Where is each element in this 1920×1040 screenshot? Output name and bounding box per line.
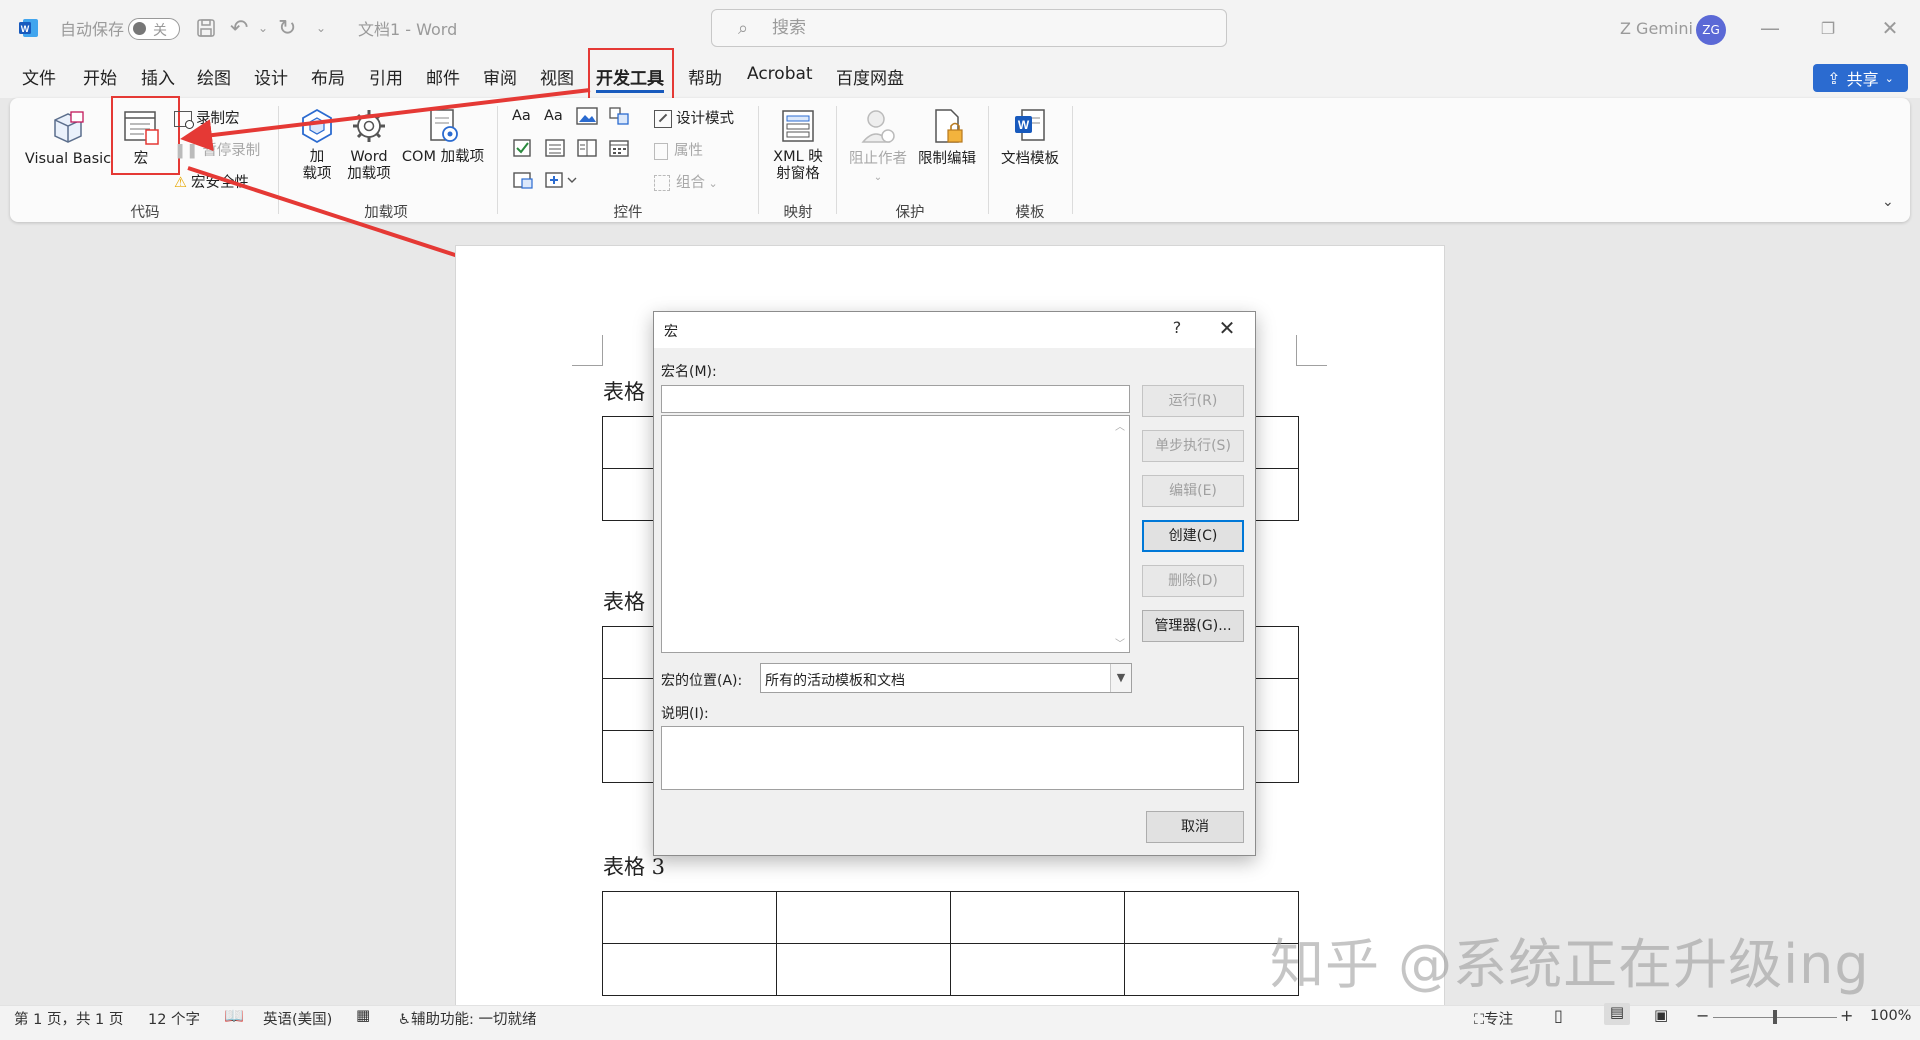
macros-dialog: 宏 ? ✕ 宏名(M): ︿ ﹀ 运行(R) 单步执行(S) 编辑(E) 创建(…: [653, 311, 1256, 856]
dialog-titlebar: 宏 ? ✕: [654, 312, 1255, 348]
zoom-in-icon[interactable]: +: [1840, 1006, 1853, 1025]
zoom-out-icon[interactable]: −: [1696, 1006, 1709, 1025]
print-layout-icon[interactable]: ▤: [1604, 1003, 1630, 1025]
description-field: [661, 726, 1244, 790]
accessibility-text: 辅助功能: 一切就绪: [411, 1012, 537, 1028]
cancel-button[interactable]: 取消: [1146, 811, 1244, 843]
focus-icon: ⛶: [1474, 1012, 1485, 1028]
help-icon[interactable]: ?: [1164, 318, 1190, 342]
macros-in-label: 宏的位置(A):: [661, 673, 743, 689]
chevron-down-icon[interactable]: ▼: [1110, 664, 1131, 692]
accessibility-status[interactable]: ♿辅助功能: 一切就绪: [398, 1008, 537, 1029]
close-icon[interactable]: ✕: [1212, 316, 1242, 342]
scroll-up-icon[interactable]: ︿: [1115, 418, 1125, 433]
table2-caption: 表格: [603, 590, 645, 614]
macro-list-scrollbar[interactable]: ︿ ﹀: [1111, 416, 1129, 652]
macro-list[interactable]: ︿ ﹀: [661, 415, 1130, 653]
focus-label: 专注: [1484, 1012, 1514, 1028]
crop-mark: [572, 335, 603, 366]
crop-mark: [1296, 335, 1327, 366]
page-indicator[interactable]: 第 1 页，共 1 页: [14, 1008, 123, 1029]
web-layout-icon[interactable]: ▣: [1654, 1006, 1668, 1024]
table-3[interactable]: [602, 891, 1299, 996]
word-count[interactable]: 12 个字: [148, 1008, 200, 1029]
macros-in-value: 所有的活动模板和文档: [765, 673, 905, 689]
macro-name-label: 宏名(M):: [661, 364, 717, 380]
macros-in-select[interactable]: 所有的活动模板和文档 ▼: [760, 663, 1132, 693]
run-button[interactable]: 运行(R): [1142, 385, 1244, 417]
predictions-icon[interactable]: ▦: [356, 1006, 370, 1024]
organizer-button[interactable]: 管理器(G)...: [1142, 610, 1244, 642]
table-row: [602, 891, 1299, 944]
arrow-to-macros: [180, 88, 591, 152]
language-indicator[interactable]: 英语(美国): [263, 1008, 332, 1029]
step-into-button[interactable]: 单步执行(S): [1142, 430, 1244, 462]
scroll-down-icon[interactable]: ﹀: [1115, 635, 1125, 650]
accessibility-icon: ♿: [398, 1012, 411, 1028]
zoom-slider-thumb[interactable]: [1773, 1010, 1777, 1024]
description-label: 说明(I):: [661, 706, 709, 722]
delete-button[interactable]: 删除(D): [1142, 565, 1244, 597]
create-button[interactable]: 创建(C): [1142, 520, 1244, 552]
edit-button[interactable]: 编辑(E): [1142, 475, 1244, 507]
read-mode-icon[interactable]: ▯: [1554, 1006, 1563, 1025]
macro-name-input[interactable]: [661, 385, 1130, 413]
watermark: 知乎 @系统正在升级ing: [1270, 933, 1870, 996]
zoom-level[interactable]: 100%: [1870, 1008, 1911, 1024]
proofing-icon[interactable]: 📖: [224, 1006, 244, 1025]
table-row: [602, 943, 1299, 996]
dialog-title: 宏: [664, 324, 678, 340]
focus-button[interactable]: ⛶专注: [1474, 1008, 1513, 1029]
table1-caption: 表格: [603, 380, 645, 404]
